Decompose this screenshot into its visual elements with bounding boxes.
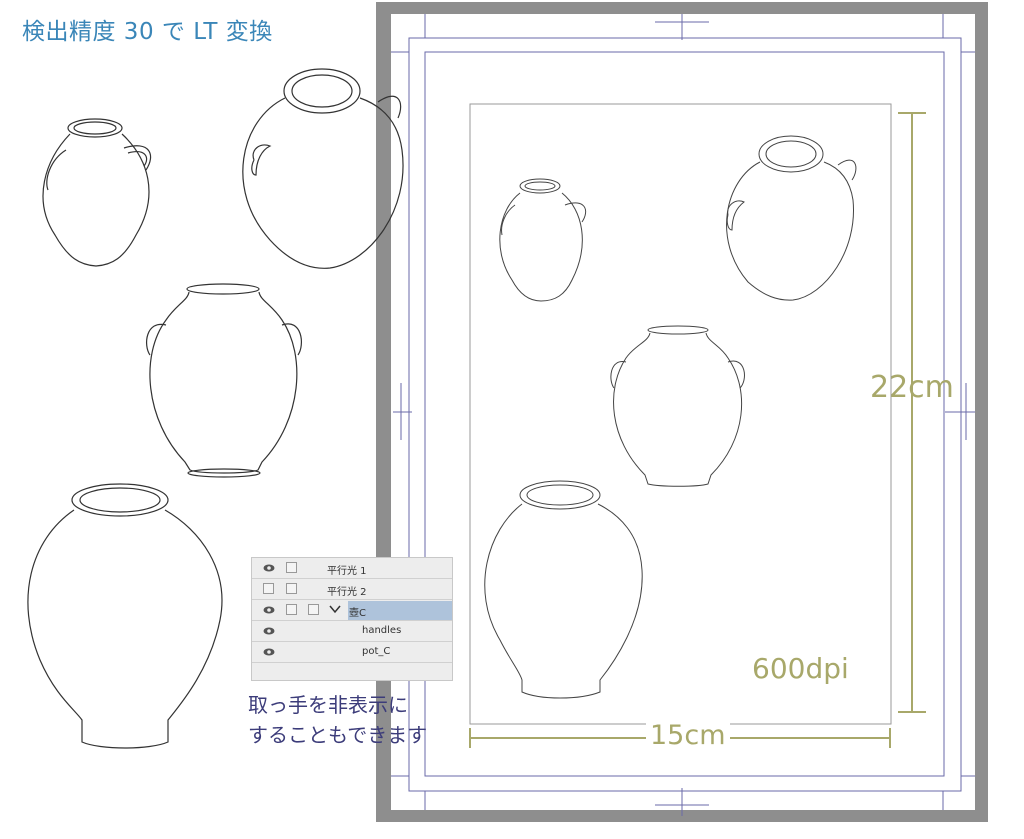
crop-guides — [391, 14, 975, 816]
layer-name: pot_C — [362, 646, 391, 657]
vase-left-1 — [42, 118, 152, 267]
canvas-vase-2 — [726, 135, 857, 301]
layer-name: handles — [362, 625, 402, 636]
canvas-artwork — [27, 14, 975, 816]
layer-row-light-2[interactable]: 平行光 2 — [252, 579, 452, 600]
visibility-checkbox[interactable] — [263, 583, 274, 594]
width-label: 15cm — [646, 720, 730, 751]
height-label: 22cm — [870, 370, 954, 405]
lock-checkbox[interactable] — [286, 604, 297, 615]
layer-row-handles[interactable]: handles — [252, 621, 452, 642]
clip-checkbox[interactable] — [308, 604, 319, 615]
chevron-down-icon[interactable] — [329, 603, 341, 615]
layer-panel: 平行光 1 平行光 2 壺C handles pot_C — [251, 557, 453, 681]
vase-left-3 — [146, 283, 302, 478]
canvas-vases — [484, 135, 857, 699]
caption: 取っ手を非表示に することもできます — [248, 690, 427, 750]
caption-line-2: することもできます — [248, 723, 428, 747]
vase-left-4 — [27, 483, 223, 749]
canvas-vase-1 — [499, 178, 587, 302]
layer-name: 壺C — [349, 608, 366, 619]
layer-row-folder[interactable]: 壺C — [252, 600, 452, 621]
lock-checkbox[interactable] — [286, 583, 297, 594]
eye-icon[interactable] — [263, 564, 275, 572]
artboard-rect — [469, 103, 892, 725]
canvas-vase-3 — [610, 325, 745, 487]
layer-name: 平行光 2 — [327, 587, 367, 598]
layer-row-pot[interactable]: pot_C — [252, 642, 452, 663]
vase-left-2 — [242, 68, 404, 269]
canvas-vase-4 — [484, 480, 643, 699]
layer-row-light-1[interactable]: 平行光 1 — [252, 558, 452, 579]
measure-lines — [469, 112, 926, 748]
lock-checkbox[interactable] — [286, 562, 297, 573]
eye-icon[interactable] — [263, 627, 275, 635]
bleed-frame — [408, 37, 962, 792]
eye-icon[interactable] — [263, 606, 275, 614]
trim-frame — [424, 51, 945, 777]
caption-line-1: 取っ手を非表示に — [248, 693, 408, 717]
eye-icon[interactable] — [263, 648, 275, 656]
layer-name: 平行光 1 — [327, 566, 367, 577]
dpi-label: 600dpi — [752, 652, 849, 685]
